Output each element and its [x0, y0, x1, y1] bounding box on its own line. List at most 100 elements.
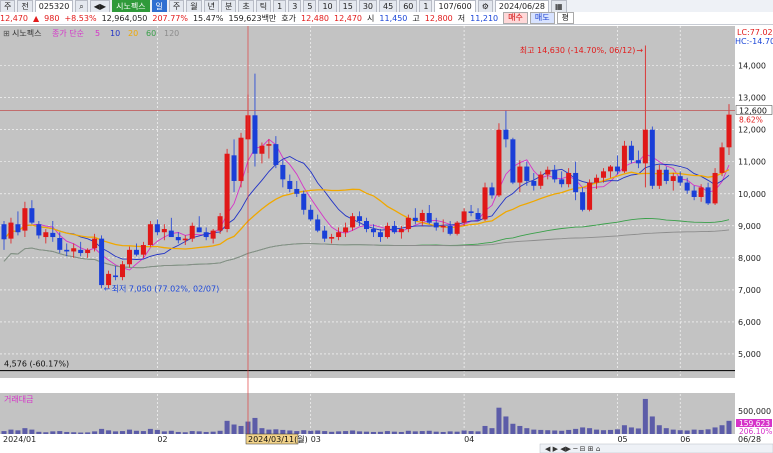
interval-button-6[interactable]: 45: [379, 0, 398, 12]
candle-body-42: [294, 188, 300, 194]
candle-body-95: [663, 169, 669, 181]
candle-body-37: [259, 145, 265, 154]
sell-button[interactable]: 매도: [529, 12, 555, 24]
candle-body-57: [398, 229, 404, 233]
volume-bar-50: [350, 430, 356, 434]
range-input[interactable]: 107/600: [434, 0, 476, 12]
candle-body-70: [489, 187, 495, 196]
candle-body-81: [566, 172, 572, 185]
volume-bar-23: [161, 431, 167, 434]
volume-bar-48: [336, 431, 342, 434]
date-tick-0: 2024/01: [3, 435, 36, 444]
date-tick-3: 04: [464, 435, 474, 444]
candle-body-34: [238, 137, 244, 181]
hc-label: HC:-14.70: [735, 37, 773, 46]
legend-ma-20: 20: [128, 29, 138, 38]
buy-button[interactable]: 매수: [503, 12, 528, 24]
candle-body-93: [649, 129, 655, 186]
period-buttons: 일주월년분초틱: [151, 0, 274, 12]
period-button-1[interactable]: 주: [168, 0, 185, 12]
candle-body-92: [642, 129, 648, 164]
volume-bar-28: [196, 431, 202, 434]
interval-button-1[interactable]: 3: [288, 0, 302, 12]
interval-button-2[interactable]: 5: [303, 0, 317, 12]
period-button-5[interactable]: 초: [238, 0, 254, 12]
period-button-3[interactable]: 년: [203, 0, 220, 12]
volume-bar-52: [363, 431, 370, 434]
volume-title: 거래대금: [4, 395, 33, 404]
candle-body-76: [531, 180, 537, 186]
volume-bar-63: [440, 431, 446, 434]
calendar-icon[interactable]: ▦: [551, 0, 567, 12]
volume-bar-95: [663, 428, 669, 434]
open-label: 시: [367, 13, 375, 23]
candle-body-52: [363, 221, 370, 230]
period-button-4[interactable]: 분: [221, 0, 237, 12]
interval-button-8[interactable]: 1: [419, 0, 433, 12]
lc-label: LC:77.02: [737, 28, 773, 37]
period-button-2[interactable]: 월: [186, 0, 202, 12]
period-select[interactable]: 주: [0, 0, 16, 12]
interval-button-7[interactable]: 60: [399, 0, 418, 12]
candle-body-12: [85, 249, 91, 254]
eval-button[interactable]: 평: [556, 12, 574, 24]
volume-bar-44: [308, 430, 314, 434]
volume-bar-17: [120, 431, 126, 434]
candle-body-100: [698, 187, 704, 197]
interval-button-3[interactable]: 10: [318, 0, 337, 12]
volume-bar-9: [64, 431, 70, 434]
volume-bar-26: [182, 432, 188, 434]
candle-body-71: [496, 129, 502, 196]
volume-bar-84: [587, 428, 593, 434]
volume-bar-78: [545, 430, 551, 434]
candle-body-86: [601, 171, 607, 178]
volume-bar-46: [322, 431, 328, 434]
search-icon[interactable]: ⌕: [75, 0, 88, 12]
candle-body-2: [15, 224, 21, 233]
candle-body-41: [287, 180, 293, 189]
candle-body-9: [64, 249, 70, 252]
volume-bar-97: [677, 430, 683, 434]
prev-next-icon[interactable]: ◀▶: [89, 0, 111, 12]
volume-bar-66: [461, 430, 467, 434]
type-select[interactable]: 전: [17, 0, 33, 12]
period-button-0[interactable]: 일: [151, 0, 167, 12]
crosshair-date-label: 2024/03/11(월): [248, 434, 308, 444]
candle-body-69: [482, 187, 488, 220]
candle-body-53: [370, 229, 376, 233]
interval-button-5[interactable]: 30: [358, 0, 378, 12]
stock-name-button[interactable]: 시노펙스: [112, 0, 150, 12]
candle-body-48: [336, 232, 342, 238]
candle-body-44: [308, 209, 314, 220]
trade-value: 159,623백만: [228, 13, 277, 23]
candle-body-62: [433, 222, 439, 228]
volume-bar-12: [85, 432, 91, 434]
price-tick-9: 14,000: [738, 62, 766, 71]
stock-code-input[interactable]: 025320: [34, 0, 74, 12]
candle-body-27: [189, 225, 195, 239]
period-button-6[interactable]: 틱: [255, 0, 272, 12]
candle-body-90: [628, 145, 634, 161]
candle-body-39: [273, 144, 279, 165]
gear-icon[interactable]: ⚙: [477, 0, 493, 12]
baseline-label: 4,576 (-60.17%): [4, 360, 69, 369]
candle-body-46: [322, 230, 328, 239]
volume-bar-5: [36, 431, 42, 434]
scroll-buttons-icon[interactable]: ◀ ▶ ◀▶ ─ ⊟ ⊞ ⌂: [545, 445, 600, 453]
volume-bar-32: [224, 420, 230, 434]
interval-button-4[interactable]: 15: [338, 0, 357, 12]
candle-body-75: [524, 166, 530, 181]
candle-body-29: [203, 232, 209, 238]
price-tick-7: 12,000: [738, 126, 766, 135]
volume-bar-1: [8, 429, 14, 434]
candle-body-30: [210, 230, 216, 239]
candle-body-58: [405, 217, 411, 230]
candle-body-85: [594, 177, 600, 183]
volume-bar-102: [712, 427, 718, 434]
date-input[interactable]: 2024/06/28: [494, 0, 549, 12]
candle-body-50: [350, 216, 356, 228]
interval-button-0[interactable]: 1: [273, 0, 287, 12]
volume-bar-104: [726, 420, 732, 434]
volume-bar-57: [398, 431, 404, 434]
volume-bar-56: [391, 431, 397, 434]
